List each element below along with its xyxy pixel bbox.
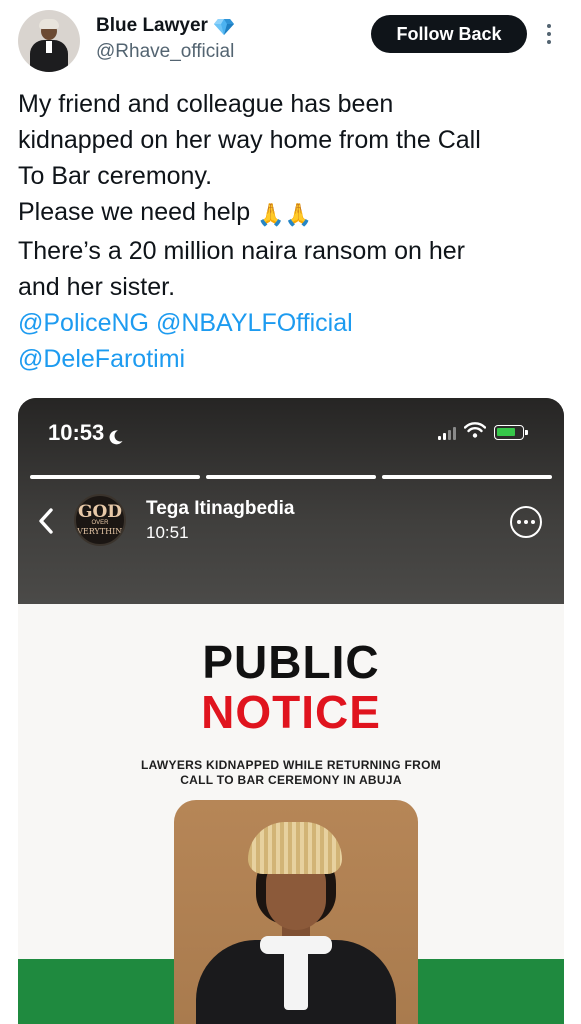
story-post-time: 10:51	[146, 523, 189, 542]
avatar-bib	[46, 41, 52, 53]
moon-icon	[108, 425, 124, 445]
tweet-text: My friend and colleague has been kidnapp…	[18, 86, 563, 377]
tweet-text-line: To Bar ceremony.	[18, 162, 213, 190]
tweet-text-help: Please we need help	[18, 198, 251, 226]
avatar-text-god: GOD	[77, 502, 123, 522]
tweet-text-line: kidnapped on her way home from the Call	[18, 126, 481, 154]
story-user-name[interactable]: Tega Itinagbedia	[146, 498, 295, 520]
more-options-icon[interactable]	[541, 22, 557, 46]
mention-link-delefarotimi[interactable]: @DeleFarotimi	[18, 345, 185, 373]
poster-title-public: PUBLIC	[202, 636, 380, 688]
author-avatar[interactable]	[18, 10, 80, 72]
mention-link-policeng[interactable]: @PoliceNG	[18, 309, 149, 337]
poster-title-notice: NOTICE	[201, 686, 381, 738]
phone-status-icons	[438, 422, 528, 443]
author-name-row[interactable]: Blue Lawyer	[96, 13, 235, 39]
avatar-wig	[39, 19, 59, 29]
lawyer-photo	[174, 800, 418, 1024]
mention-line: @DeleFarotimi	[18, 341, 563, 377]
tweet-header: Blue Lawyer @Rhave_official Follow Back	[0, 0, 581, 80]
poster-subtitle-line: CALL TO BAR CEREMONY IN ABUJA	[180, 773, 402, 787]
avatar-text-over: OVER	[91, 520, 109, 526]
phone-status-time: 10:53	[48, 420, 124, 446]
tweet-media-image[interactable]: 10:53 GOD OVER EVERYTHING Tega Itinagbed…	[18, 398, 564, 1024]
story-progress-segment	[206, 475, 376, 479]
tweet-text-line: and her sister.	[18, 273, 176, 301]
mention-link-nbaylfofficial[interactable]: @NBAYLFOfficial	[156, 309, 353, 337]
signal-icon	[438, 426, 456, 440]
tweet-text-line-help: Please we need help 🙏🙏	[18, 194, 563, 233]
story-user-avatar[interactable]: GOD OVER EVERYTHING	[74, 494, 126, 546]
author-handle[interactable]: @Rhave_official	[96, 41, 234, 63]
photo-wig	[248, 822, 342, 874]
battery-icon	[494, 425, 528, 440]
story-progress-bars	[30, 475, 552, 479]
story-progress-segment	[382, 475, 552, 479]
praying-hands-icon: 🙏🙏	[257, 202, 312, 227]
mention-line: @PoliceNG @NBAYLFOfficial	[18, 305, 563, 341]
story-progress-segment	[30, 475, 200, 479]
follow-back-button[interactable]: Follow Back	[371, 15, 527, 53]
chevron-left-icon[interactable]	[36, 506, 56, 536]
tweet-text-line: My friend and colleague has been	[18, 90, 394, 118]
poster-subtitle-line: LAWYERS KIDNAPPED WHILE RETURNING FROM	[140, 758, 442, 772]
avatar-text-everything: EVERYTHING	[74, 527, 126, 536]
status-time-text: 10:53	[48, 420, 105, 445]
blue-diamond-icon	[213, 15, 235, 37]
poster-subtitle: LAWYERS KIDNAPPED WHILE RETURNING FROM C…	[18, 758, 564, 788]
photo-bands	[284, 946, 308, 1010]
wifi-icon	[463, 422, 487, 443]
story-more-options-icon[interactable]	[510, 506, 542, 538]
tweet-text-line: There’s a 20 million naira ransom on her	[18, 237, 465, 265]
story-header: 10:53 GOD OVER EVERYTHING Tega Itinagbed…	[18, 398, 564, 604]
author-display-name[interactable]: Blue Lawyer	[96, 15, 208, 37]
public-notice-poster: PUBLIC NOTICE LAWYERS KIDNAPPED WHILE RE…	[18, 604, 564, 1024]
